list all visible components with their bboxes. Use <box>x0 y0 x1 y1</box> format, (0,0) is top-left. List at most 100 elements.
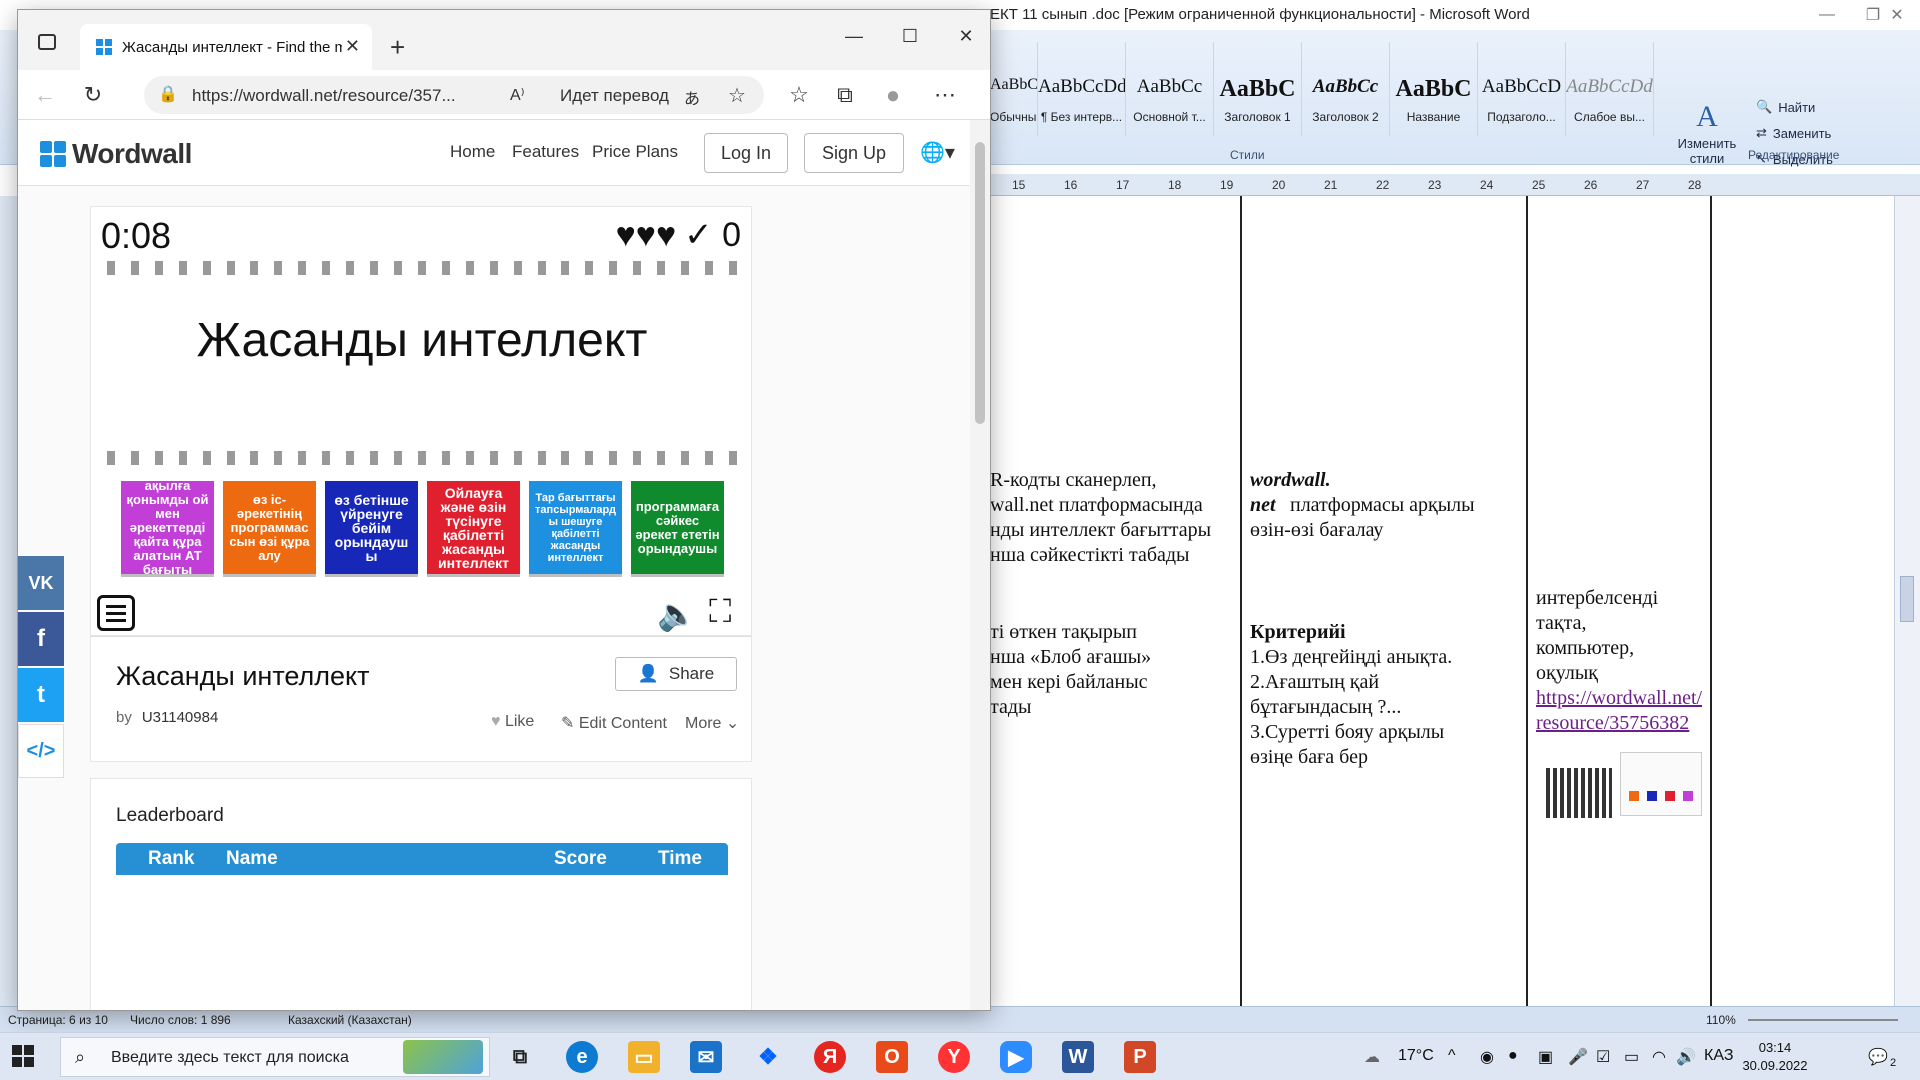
vk-share-icon[interactable]: VK <box>18 556 64 610</box>
answer-option[interactable]: өз іс-әрекетінің программассын өзі құра … <box>223 481 316 574</box>
page-scroll-thumb[interactable] <box>975 142 985 424</box>
battery-icon[interactable]: ▭ <box>1624 1047 1639 1067</box>
answer-option[interactable]: программаға сәйкес әрекет ететін орындау… <box>631 481 724 574</box>
wordwall-logo[interactable]: Wordwall <box>40 138 192 170</box>
translate-icon[interactable]: あ <box>684 85 700 109</box>
edit-content-button[interactable]: ✎ Edit Content <box>561 713 667 733</box>
activity-player[interactable]: 0:08 ♥♥♥ ✓ 0 Жасанды интеллект ақылға қо… <box>90 206 752 636</box>
facebook-share-icon[interactable]: f <box>18 612 64 666</box>
find-button[interactable]: 🔍 Найти <box>1756 94 1833 120</box>
office-icon[interactable]: O <box>876 1041 908 1073</box>
style-heading-1[interactable]: AaBbC Заголовок 1 <box>1214 42 1302 136</box>
style-body-text[interactable]: AaBbCc Основной т... <box>1126 42 1214 136</box>
page-scrollbar[interactable] <box>970 120 990 1010</box>
clock[interactable]: 03:14 30.09.2022 <box>1740 1039 1810 1075</box>
answer-option[interactable]: ақылға қонымды ой мен әрекеттерді қайта … <box>121 478 214 576</box>
dropbox-icon[interactable]: ❖ <box>752 1041 784 1073</box>
read-aloud-icon[interactable]: A⁾ <box>510 85 525 105</box>
tray-chevron-icon[interactable]: ^ <box>1448 1047 1456 1065</box>
globe-icon[interactable]: 🌐▾ <box>920 140 955 165</box>
style-subtitle[interactable]: AaBbCcD Подзаголо... <box>1478 42 1566 136</box>
favorites-icon[interactable]: ☆ <box>784 82 814 108</box>
tab-actions-icon[interactable] <box>38 34 56 50</box>
windows-start-icon[interactable] <box>12 1045 34 1067</box>
weather-icon[interactable]: ☁ <box>1364 1047 1380 1067</box>
qr-code-image <box>1546 768 1612 818</box>
yandex-icon[interactable]: Я <box>814 1041 846 1073</box>
mail-icon[interactable]: ✉ <box>690 1041 722 1073</box>
refresh-icon[interactable]: ↻ <box>78 82 108 108</box>
style-normal[interactable]: AaBbCcDd Обычный <box>990 42 1038 136</box>
answer-option[interactable]: өз бетінше үйренуге бейім орындаушы <box>325 481 418 574</box>
collections-icon[interactable]: ⧉ <box>830 82 860 108</box>
signup-button[interactable]: Sign Up <box>804 133 904 173</box>
resource-link[interactable]: https://wordwall.net/resource/35756382 <box>1536 686 1708 736</box>
input-language[interactable]: КАЗ <box>1704 1047 1733 1065</box>
page-count[interactable]: Страница: 6 из 10 <box>8 1013 108 1027</box>
url-text[interactable]: https://wordwall.net/resource/357... <box>192 86 482 106</box>
edge-app-icon[interactable]: e <box>566 1041 598 1073</box>
yandex-browser-icon[interactable]: Y <box>938 1041 970 1073</box>
document-area[interactable]: R-кодты сканерлеп, wall.net платформасын… <box>990 196 1910 1010</box>
weather-temp[interactable]: 17°C <box>1398 1047 1434 1065</box>
style-subtle-emphasis[interactable]: AaBbCcDd Слабое вы... <box>1566 42 1654 136</box>
file-explorer-icon[interactable]: ▭ <box>628 1041 660 1073</box>
fullscreen-icon[interactable]: ⛶ <box>709 593 731 631</box>
nav-features[interactable]: Features <box>512 142 579 162</box>
login-button[interactable]: Log In <box>704 133 788 173</box>
nav-home[interactable]: Home <box>450 142 495 162</box>
replace-button[interactable]: ⇄ Заменить <box>1756 120 1833 146</box>
menu-icon[interactable] <box>97 595 135 631</box>
word-close-button[interactable]: ✕ <box>1874 0 1920 30</box>
zoom-level[interactable]: 110% <box>1706 1013 1736 1027</box>
twitter-share-icon[interactable]: t <box>18 668 64 722</box>
horizontal-ruler[interactable]: 15 16 17 18 19 20 21 22 23 24 25 26 27 2… <box>990 174 1920 196</box>
add-favorite-icon[interactable]: ☆ <box>728 83 746 108</box>
more-button[interactable]: More ⌄ <box>685 713 739 733</box>
change-styles-button[interactable]: A Изменить стили <box>1672 100 1742 166</box>
leaderboard-title: Leaderboard <box>116 805 224 826</box>
share-button[interactable]: 👤 Share <box>615 657 737 691</box>
address-bar[interactable]: 🔒 https://wordwall.net/resource/357... A… <box>144 76 764 114</box>
word-minimize-button[interactable]: — <box>1804 0 1850 30</box>
notifications-icon[interactable]: 💬 <box>1868 1047 1888 1067</box>
table-border <box>1240 196 1242 1010</box>
zoom-app-icon[interactable]: ▶ <box>1000 1041 1032 1073</box>
maximize-icon[interactable]: ☐ <box>890 26 930 47</box>
wifi-icon[interactable]: ◠ <box>1652 1047 1666 1067</box>
volume-icon[interactable]: 🔊 <box>1676 1047 1696 1067</box>
microphone-icon[interactable]: 🎤 <box>1568 1047 1588 1067</box>
nav-price-plans[interactable]: Price Plans <box>592 142 678 162</box>
sound-icon[interactable]: 🔈 <box>657 595 697 633</box>
language-status[interactable]: Казахский (Казахстан) <box>288 1013 412 1027</box>
like-button[interactable]: ♥ Like <box>491 713 534 731</box>
taskbar-search[interactable]: ⌕ Введите здесь текст для поиска <box>60 1037 490 1077</box>
browser-tab[interactable]: Жасанды интеллект - Find the match ✕ <box>80 24 372 70</box>
tray-app-icon[interactable]: ● <box>1508 1047 1518 1065</box>
new-tab-icon[interactable]: + <box>390 32 405 63</box>
style-title[interactable]: AaBbC Название <box>1390 42 1478 136</box>
tray-check-icon[interactable]: ☑ <box>1596 1047 1610 1067</box>
answer-option[interactable]: Ойлауға және өзін түсінуге қабілетті жас… <box>427 481 520 574</box>
embed-code-icon[interactable]: </> <box>18 724 64 778</box>
more-icon[interactable]: ⋯ <box>930 82 960 108</box>
style-heading-2[interactable]: AaBbCc Заголовок 2 <box>1302 42 1390 136</box>
zoom-slider[interactable] <box>1748 1019 1898 1021</box>
powerpoint-app-icon[interactable]: P <box>1124 1041 1156 1073</box>
back-icon[interactable]: ← <box>30 82 60 108</box>
tray-device-icon[interactable]: ▣ <box>1538 1047 1553 1067</box>
close-window-icon[interactable]: ✕ <box>946 26 986 47</box>
word-count[interactable]: Число слов: 1 896 <box>130 1013 231 1027</box>
style-no-spacing[interactable]: AaBbCcDd ¶ Без интерв... <box>1038 42 1126 136</box>
close-tab-icon[interactable]: ✕ <box>345 36 360 57</box>
tray-record-icon[interactable]: ◉ <box>1480 1047 1494 1067</box>
author-name[interactable]: U31140984 <box>142 709 218 726</box>
task-view-icon[interactable]: ⧉ <box>504 1041 536 1073</box>
answer-option[interactable]: Тар бағыттағы тапсырмаларды шешуге қабіл… <box>529 481 622 574</box>
minimize-icon[interactable]: — <box>834 26 874 47</box>
word-vertical-scrollbar[interactable] <box>1894 196 1920 1010</box>
vertical-ruler[interactable] <box>0 196 20 1010</box>
word-app-icon[interactable]: W <box>1062 1041 1094 1073</box>
profile-avatar[interactable]: ● <box>878 82 908 110</box>
word-scroll-thumb[interactable] <box>1900 576 1914 622</box>
